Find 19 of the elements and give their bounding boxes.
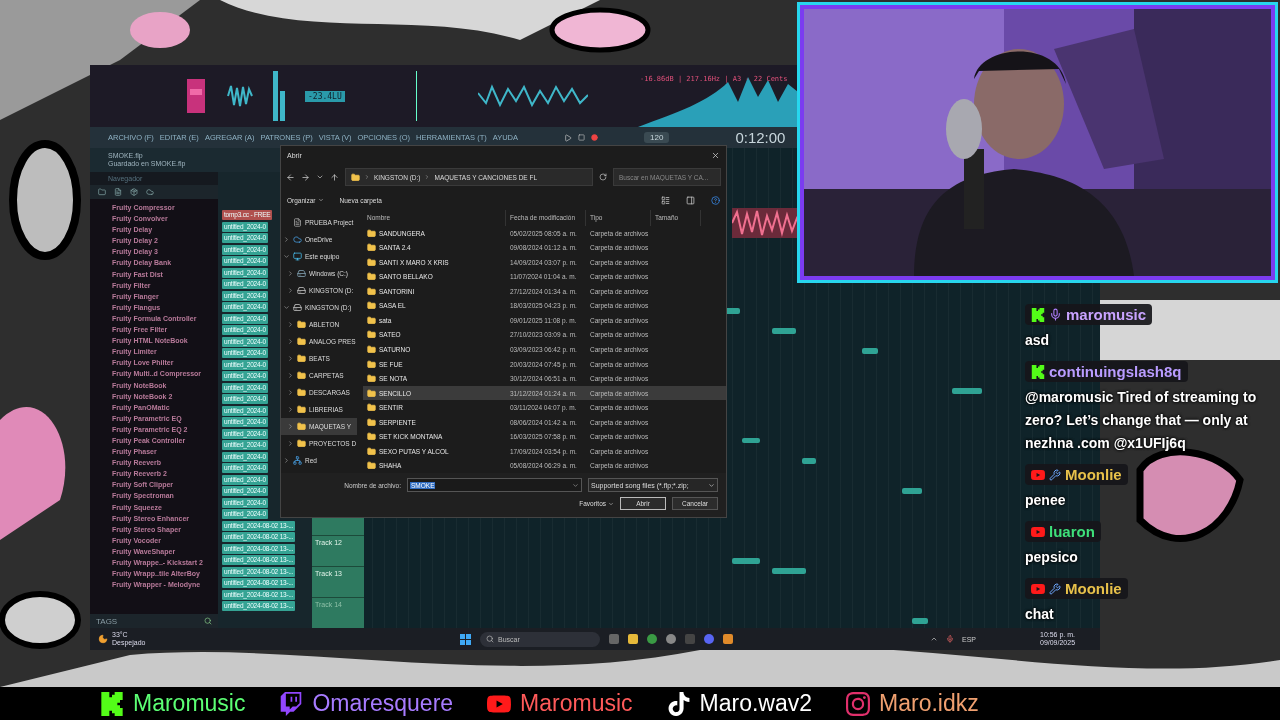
chat-message: chat — [1025, 605, 1054, 624]
chat-message: asd — [1025, 331, 1050, 350]
loudness-reading: -23.4LU — [305, 90, 345, 102]
chat-username: Moonlie — [1065, 466, 1122, 483]
chat-message: pepsico — [1025, 548, 1078, 567]
chat-username: maromusic — [1066, 306, 1147, 323]
social-handle: Maromusic — [133, 690, 246, 717]
song-time: 0:12:00 — [735, 129, 786, 146]
tags-label: TAGS — [96, 616, 118, 626]
social-handle: Omaresquere — [312, 690, 454, 717]
tempo-field[interactable]: 120 — [644, 132, 670, 143]
social-handle: Maro.wav2 — [699, 690, 813, 717]
chat-username: continuingslash8q — [1049, 363, 1182, 380]
chat-username: luaron — [1049, 523, 1095, 540]
chat-message: penee — [1025, 491, 1066, 510]
chat-username: Moonlie — [1065, 580, 1122, 597]
chat-message: @maromusic Tired of streaming to zero? Let’s change that — only at nezhna .com @x1UFIj6q — [1025, 388, 1258, 453]
social-handle: Maromusic — [520, 690, 633, 717]
social-handle: Maro.idkz — [879, 690, 979, 717]
